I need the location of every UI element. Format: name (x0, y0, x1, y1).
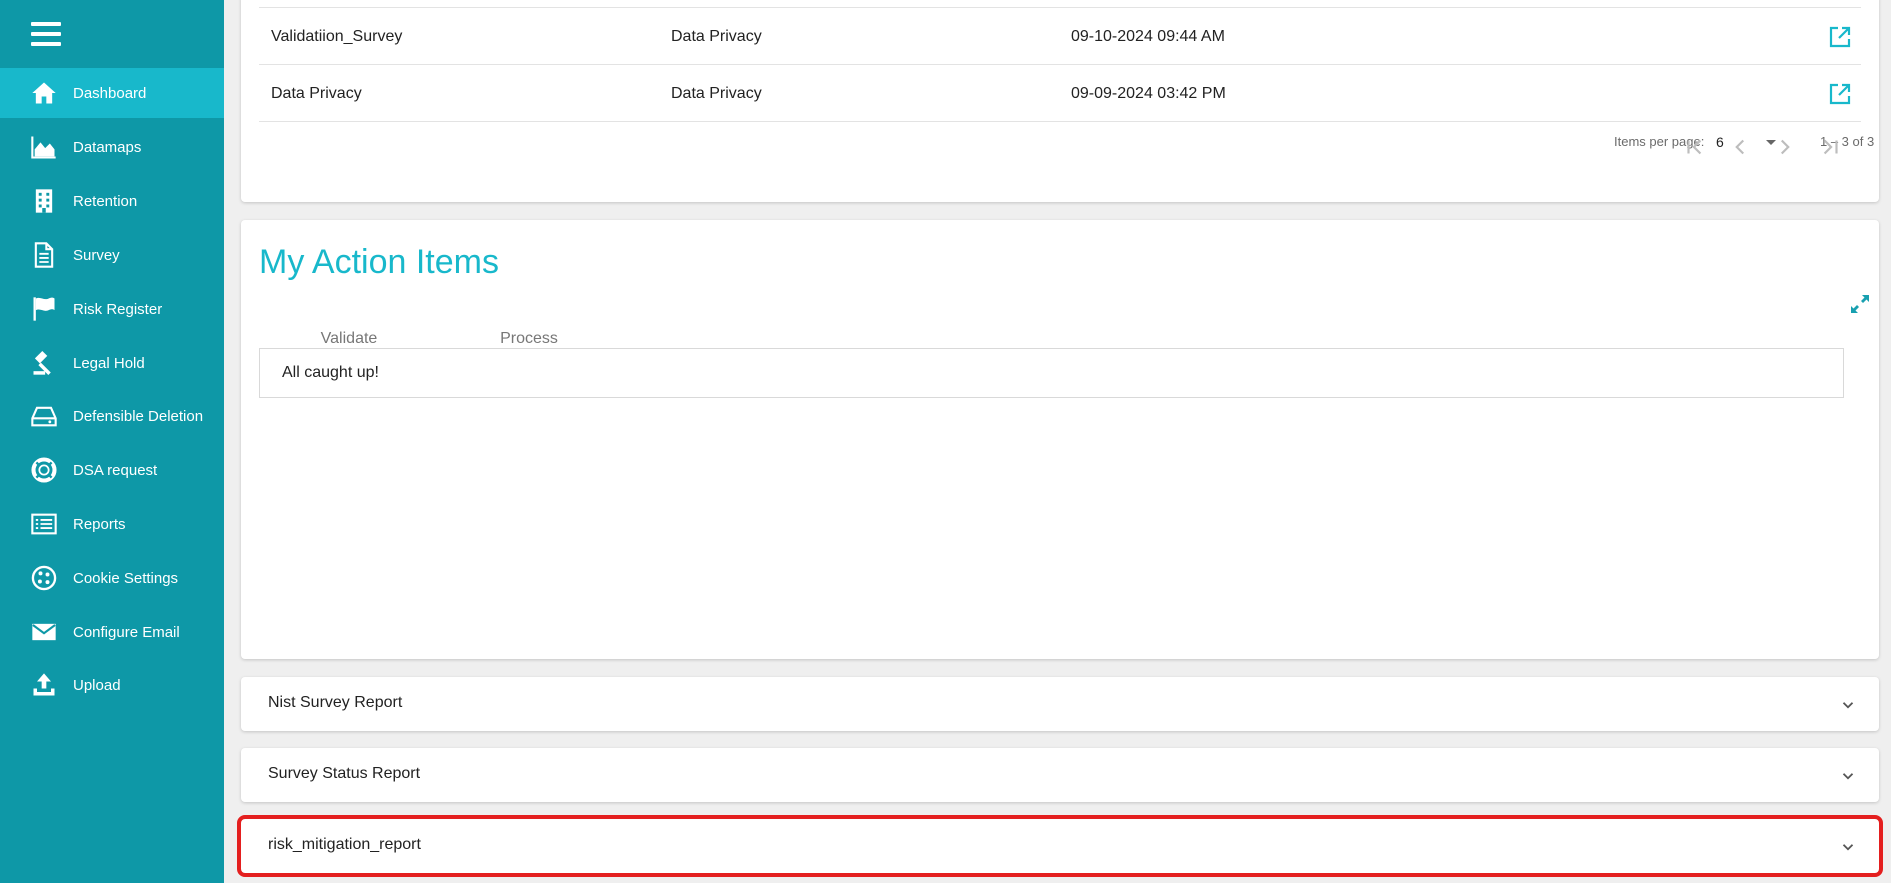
survey-status-report-panel[interactable]: Survey Status Report (241, 748, 1879, 802)
area-chart-icon (30, 133, 58, 161)
sidebar-item-cookie-settings[interactable]: Cookie Settings (0, 553, 224, 603)
sidebar-item-label: Survey (73, 246, 120, 264)
lifebuoy-icon (30, 456, 58, 484)
app-root: Dashboard Datamaps Retention Survey Risk… (0, 0, 1891, 883)
open-in-new-icon[interactable] (1828, 82, 1852, 106)
sidebar-item-label: Upload (73, 676, 121, 694)
sidebar-item-label: Defensible Deletion (73, 407, 204, 425)
sidebar-item-label: DSA request (73, 461, 158, 479)
sidebar-item-label: Dashboard (73, 84, 147, 102)
sidebar-item-legal-hold[interactable]: Legal Hold (0, 338, 224, 388)
items-per-page-value: 6 (1716, 134, 1724, 150)
risk-mitigation-report-panel[interactable]: risk_mitigation_report (237, 815, 1883, 877)
sidebar-item-defensible-deletion[interactable]: Defensible Deletion (0, 391, 224, 441)
open-in-new-icon[interactable] (1828, 25, 1852, 49)
sidebar-item-upload[interactable]: Upload (0, 660, 224, 710)
first-page-icon[interactable] (1682, 134, 1708, 160)
chevron-down-icon (1839, 767, 1857, 785)
envelope-icon (30, 618, 58, 646)
document-icon (30, 241, 58, 269)
last-page-icon[interactable] (1817, 134, 1843, 160)
survey-date-cell: 09-09-2024 03:42 PM (1071, 85, 1226, 102)
gavel-icon (30, 349, 58, 377)
previous-page-icon[interactable] (1727, 134, 1753, 160)
action-items-card: My Action Items Validate Process All cau… (241, 220, 1879, 659)
sidebar-item-risk-register[interactable]: Risk Register (0, 284, 224, 334)
survey-name-cell: Data Privacy (271, 85, 362, 102)
sidebar-item-label: Risk Register (73, 300, 163, 318)
sidebar-item-datamaps[interactable]: Datamaps (0, 122, 224, 172)
sidebar-item-label: Datamaps (73, 138, 142, 156)
survey-category-cell: Data Privacy (671, 28, 762, 45)
hamburger-menu-icon[interactable] (31, 22, 61, 46)
sidebar-item-survey[interactable]: Survey (0, 230, 224, 280)
survey-table-card: Validatiion_Survey Data Privacy 09-10-20… (241, 0, 1879, 202)
cookie-icon (30, 564, 58, 592)
sidebar-item-label: Legal Hold (73, 354, 145, 372)
sidebar-item-label: Reports (73, 515, 126, 533)
home-icon (30, 79, 58, 107)
chevron-down-icon (1839, 838, 1857, 856)
list-icon (30, 510, 58, 538)
empty-state-message: All caught up! (282, 364, 379, 381)
expand-icon[interactable] (1848, 292, 1872, 316)
hard-drive-icon (30, 402, 58, 430)
building-icon (30, 187, 58, 215)
survey-name-cell: Validatiion_Survey (271, 28, 403, 45)
sidebar-item-retention[interactable]: Retention (0, 176, 224, 226)
sidebar-item-dashboard[interactable]: Dashboard (0, 68, 224, 118)
panel-title: Survey Status Report (268, 765, 421, 782)
table-row: Data Privacy Data Privacy 09-09-2024 03:… (259, 65, 1861, 122)
tab-label: Validate (320, 330, 378, 347)
action-items-title: My Action Items (259, 243, 499, 281)
upload-icon (30, 671, 58, 699)
flag-icon (30, 295, 58, 323)
table-row: Validatiion_Survey Data Privacy 09-10-20… (259, 8, 1861, 65)
next-page-icon[interactable] (1772, 134, 1798, 160)
chevron-down-icon (1839, 696, 1857, 714)
tab-label: Process (500, 330, 558, 347)
sidebar-item-label: Configure Email (73, 623, 180, 641)
sidebar-item-dsa-request[interactable]: DSA request (0, 445, 224, 495)
sidebar-item-label: Retention (73, 192, 138, 210)
sidebar: Dashboard Datamaps Retention Survey Risk… (0, 0, 224, 883)
action-items-content: All caught up! (259, 348, 1844, 398)
sidebar-item-label: Cookie Settings (73, 569, 179, 587)
panel-title: Nist Survey Report (268, 694, 403, 711)
survey-date-cell: 09-10-2024 09:44 AM (1071, 28, 1225, 45)
sidebar-item-reports[interactable]: Reports (0, 499, 224, 549)
nist-survey-report-panel[interactable]: Nist Survey Report (241, 677, 1879, 731)
sidebar-item-configure-email[interactable]: Configure Email (0, 607, 224, 657)
survey-category-cell: Data Privacy (671, 85, 762, 102)
panel-title: risk_mitigation_report (268, 836, 421, 853)
